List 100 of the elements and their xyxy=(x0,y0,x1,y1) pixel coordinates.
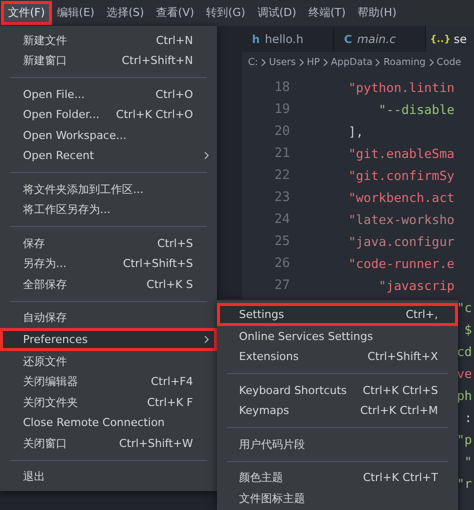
breadcrumb-item[interactable]: Users xyxy=(268,56,296,68)
code-text: "git.confirmSy xyxy=(347,168,454,182)
chevron-icon xyxy=(428,58,434,66)
menu-item[interactable]: 将工作区另存为... xyxy=(0,200,217,220)
shortcut-label: Ctrl+F4 xyxy=(150,375,193,388)
menubar-item[interactable]: 查看(V) xyxy=(150,2,200,24)
shortcut-label: Ctrl+K Ctrl+T xyxy=(362,471,438,484)
menu-item[interactable]: 将文件夹添加到工作区... xyxy=(0,179,217,200)
menu-item-label: Settings xyxy=(239,308,286,321)
code-text: " xyxy=(464,454,473,468)
menu-item-label: 自动保存 xyxy=(23,310,68,326)
file-type-icon: C xyxy=(344,32,352,46)
code-text: "python.lintin xyxy=(347,80,454,94)
menubar-item[interactable]: 转到(G) xyxy=(200,2,252,24)
menu-item[interactable]: Keymaps Ctrl+K Ctrl+M xyxy=(217,400,458,421)
menu-item[interactable]: 新建窗口 Ctrl+Shift+N xyxy=(0,50,217,71)
tab-label: main.c xyxy=(357,32,396,46)
shortcut-label: Ctrl+N xyxy=(156,34,193,47)
menu-item-label: 将文件夹添加到工作区... xyxy=(23,182,144,197)
editor-tab[interactable]: {..} se xyxy=(426,26,474,52)
line-number: 18 xyxy=(273,80,290,94)
menubar-item[interactable]: 调试(D) xyxy=(251,2,302,24)
menubar-item[interactable]: 终端(T) xyxy=(302,2,352,24)
menu-item-label: Open Folder... xyxy=(23,108,100,122)
shortcut-label: Ctrl+K Ctrl+S xyxy=(362,384,438,397)
code-text: "javascrip xyxy=(378,278,454,292)
code-text: "p xyxy=(456,432,473,446)
menu-item-label: Preferences xyxy=(23,333,89,346)
menu-item[interactable]: 退出 xyxy=(0,466,217,487)
line-number: 27 xyxy=(273,278,290,292)
menubar-item[interactable]: 帮助(H) xyxy=(352,2,402,24)
menu-item[interactable]: Open Workspace... xyxy=(0,125,217,146)
menu-item[interactable]: Open Recent xyxy=(0,146,217,166)
menu-item-label: 保存 xyxy=(23,236,46,251)
line-number: 24 xyxy=(273,212,290,226)
shortcut-label: Ctrl+K S xyxy=(146,278,193,291)
menu-item[interactable]: Settings Ctrl+, xyxy=(217,303,458,326)
code-text: ve xyxy=(456,366,473,380)
line-number: 19 xyxy=(273,102,290,116)
shortcut-label: Ctrl+Shift+S xyxy=(123,257,193,270)
shortcut-label: Ctrl+Shift+N xyxy=(122,54,193,68)
menu-item[interactable]: 文件图标主题 xyxy=(217,488,458,508)
code-text: $ xyxy=(464,322,473,336)
shortcut-label: Ctrl+K Ctrl+O xyxy=(116,108,193,122)
menu-item[interactable]: Open File... Ctrl+O xyxy=(0,84,217,104)
menu-item[interactable]: 自动保存 xyxy=(0,308,217,328)
code-text: "latex-worksho xyxy=(347,212,454,226)
menubar-item[interactable]: 选择(S) xyxy=(100,2,150,24)
code-text: : xyxy=(464,410,473,424)
menu-item-label: 关闭文件夹 xyxy=(23,394,79,410)
menu-item[interactable]: 保存 Ctrl+S xyxy=(0,233,217,254)
shortcut-label: Ctrl+K F xyxy=(147,396,193,409)
menu-item[interactable]: 颜色主题 Ctrl+K Ctrl+T xyxy=(217,468,458,488)
menubar-item[interactable]: 文件(F) xyxy=(2,2,51,24)
line-number: 26 xyxy=(273,256,290,270)
menu-item[interactable]: Preferences xyxy=(0,328,217,351)
menu-item-label: Open File... xyxy=(23,88,86,101)
line-number: 20 xyxy=(273,124,290,138)
line-number: 22 xyxy=(273,168,290,182)
chevron-icon xyxy=(375,58,380,66)
menu-item-label: 文件图标主题 xyxy=(239,490,306,506)
menu-item-label: Keymaps xyxy=(239,404,290,418)
file-type-icon: h xyxy=(252,32,260,46)
code-text: "r xyxy=(456,476,473,490)
chevron-icon xyxy=(322,58,328,66)
menu-item-label: 颜色主题 xyxy=(239,470,284,486)
breadcrumb-item[interactable]: HP xyxy=(306,56,320,68)
chevron-icon xyxy=(260,58,266,66)
menu-item-label: Open Workspace... xyxy=(23,128,128,142)
menu-item-label: 用户代码片段 xyxy=(239,436,306,452)
menu-item-label: Extensions xyxy=(239,350,300,364)
menu-item-label: 新建文件 xyxy=(23,32,68,48)
shortcut-label: Ctrl+K Ctrl+M xyxy=(360,404,438,418)
menu-item[interactable]: Extensions Ctrl+Shift+X xyxy=(217,346,458,367)
breadcrumb-item[interactable]: Roaming xyxy=(383,56,426,68)
menu-item-label: Keyboard Shortcuts xyxy=(239,384,348,397)
menu-item[interactable]: 新建文件 Ctrl+N xyxy=(0,30,217,50)
menu-item[interactable]: Online Services Settings xyxy=(217,326,458,346)
menu-item[interactable]: 用户代码片段 xyxy=(217,434,458,454)
menu-item[interactable]: Keyboard Shortcuts Ctrl+K Ctrl+S xyxy=(217,380,458,400)
code-text: cd xyxy=(456,344,473,358)
menu-item[interactable]: 关闭编辑器 Ctrl+F4 xyxy=(0,372,217,392)
menu-item[interactable]: 关闭文件夹 Ctrl+K F xyxy=(0,392,217,412)
menu-item[interactable]: 全部保存 Ctrl+K S xyxy=(0,274,217,294)
code-text: "workbench.act xyxy=(347,190,454,204)
menu-item-label: 关闭窗口 xyxy=(23,436,68,451)
menu-item[interactable]: Open Folder... Ctrl+K Ctrl+O xyxy=(0,104,217,125)
chevron-icon xyxy=(298,58,304,66)
breadcrumb-item[interactable]: Code xyxy=(436,56,462,68)
menubar-item[interactable]: 编辑(E) xyxy=(50,2,100,24)
menu-item[interactable]: 另存为... Ctrl+Shift+S xyxy=(0,254,217,274)
menu-item[interactable]: Close Remote Connection xyxy=(0,412,217,433)
code-text: "--disable xyxy=(378,102,454,116)
menu-item-label: 将工作区另存为... xyxy=(23,202,112,218)
breadcrumb-item[interactable]: AppData xyxy=(330,56,372,68)
menu-item-label: Online Services Settings xyxy=(239,330,374,343)
line-number: 23 xyxy=(273,190,290,204)
menu-item[interactable]: 还原文件 xyxy=(0,351,217,372)
menu-item[interactable]: 关闭窗口 Ctrl+Shift+W xyxy=(0,433,217,454)
breadcrumb-item[interactable]: C: xyxy=(248,56,258,68)
